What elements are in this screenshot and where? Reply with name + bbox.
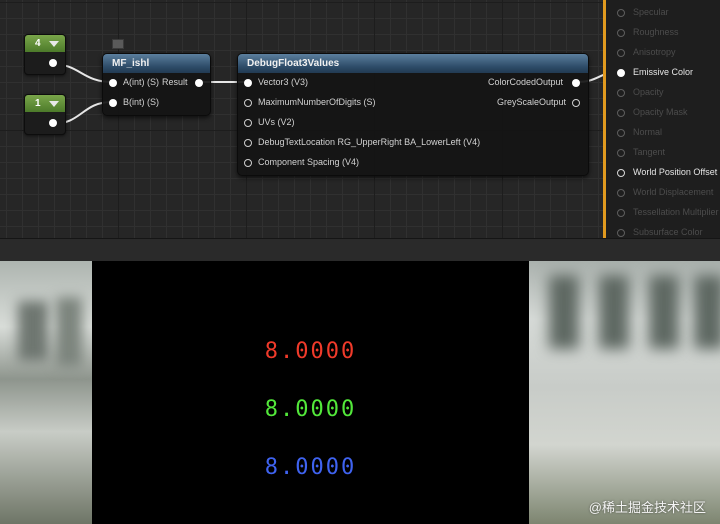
input-pin-b[interactable] [109,99,117,107]
debug-value-green: 8.0000 [264,397,357,422]
input-label-component-spacing: Component Spacing (V4) [258,157,360,167]
output-label-greyscale: GreyScaleOutput [497,97,567,107]
material-graph-canvas[interactable]: 4 1 MF_ishl A(int) (S) Result B(int) (S)… [0,0,720,238]
pin-dot-icon [617,89,625,97]
panel-divider[interactable] [0,238,720,262]
debug-output-plane: 8.0000 8.0000 8.0000 [92,261,529,524]
debug-value-blue: 8.0000 [264,455,357,480]
collapse-arrow-icon[interactable] [49,101,59,107]
debug-value-red: 8.0000 [264,339,357,364]
collapse-arrow-icon[interactable] [49,41,59,47]
pin-dot-icon [617,189,625,197]
constant-node-1[interactable]: 1 [24,94,66,135]
debug-float3-values-node[interactable]: DebugFloat3Values Vector3 (V3) MaximumNu… [237,53,589,176]
input-label-text-location: DebugTextLocation RG_UpperRight BA_Lower… [258,137,481,147]
input-label-uvs: UVs (V2) [258,117,295,127]
input-pin-vector3[interactable] [244,79,252,87]
input-pin-a[interactable] [109,79,117,87]
constant-header: 1 [25,95,65,112]
input-label-max-digits: MaximumNumberOfDigits (S) [258,97,376,107]
pin-dot-icon [617,109,625,117]
pin-dot-icon [617,129,625,137]
input-pin-component-spacing[interactable] [244,159,252,167]
output-pin-greyscale[interactable] [572,99,580,107]
watermark: @稀土掘金技术社区 [588,500,706,515]
output-label-result: Result [162,77,188,87]
input-label-a: A(int) (S) [123,77,159,87]
pin-dot-icon [617,69,625,77]
pin-dot-icon [617,209,625,217]
node-title: MF_ishl [103,54,210,73]
background-blur-left [0,261,92,524]
input-label-vector3: Vector3 (V3) [258,77,309,87]
constant-node-4[interactable]: 4 [24,34,66,75]
pin-dot-icon [617,9,625,17]
pin-dot-icon [617,229,625,237]
input-pin-max-digits[interactable] [244,99,252,107]
pin-dot-icon [617,29,625,37]
constant-value: 4 [35,38,41,49]
output-pin[interactable] [49,119,57,127]
pin-dot-icon [617,149,625,157]
comment-bubble-icon[interactable] [112,39,124,49]
mf-ishl-node[interactable]: MF_ishl A(int) (S) Result B(int) (S) [102,53,211,116]
output-pin-colorcoded[interactable] [572,79,580,87]
input-pin-uvs[interactable] [244,119,252,127]
node-title: DebugFloat3Values [238,54,588,73]
constant-value: 1 [35,98,41,109]
output-pin-result[interactable] [195,79,203,87]
material-result-node[interactable]: Specular Roughness Anisotropy Emissive C… [603,0,720,238]
constant-header: 4 [25,35,65,52]
output-pin[interactable] [49,59,57,67]
preview-viewport[interactable]: 8.0000 8.0000 8.0000 @稀土掘金技术社区 [0,261,720,524]
output-label-colorcoded: ColorCodedOutput [488,77,564,87]
background-blur-right [529,261,720,524]
pin-dot-icon [617,49,625,57]
input-label-b: B(int) (S) [123,97,159,107]
pin-dot-icon [617,169,625,177]
input-pin-text-location[interactable] [244,139,252,147]
